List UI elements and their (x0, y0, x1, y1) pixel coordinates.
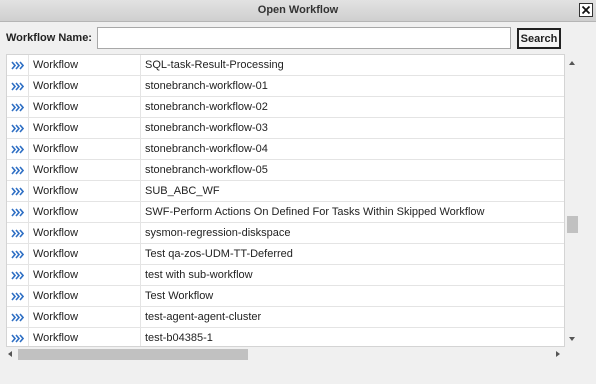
search-row: Workflow Name: Search (0, 22, 596, 54)
table-row[interactable]: Workflow stonebranch-workflow-03 (7, 118, 564, 139)
table-row[interactable]: Workflow stonebranch-workflow-05 (7, 160, 564, 181)
row-type: Workflow (29, 265, 141, 286)
table-row[interactable]: Workflow test with sub-workflow (7, 265, 564, 286)
table-row[interactable]: Workflow sysmon-regression-diskspace (7, 223, 564, 244)
table-row[interactable]: Workflow SUB_ABC_WF (7, 181, 564, 202)
triple-chevron-right-icon[interactable] (7, 202, 29, 223)
row-workflow-name: Test qa-zos-UDM-TT-Deferred (145, 248, 293, 260)
row-workflow-name: stonebranch-workflow-04 (145, 143, 268, 155)
table-row[interactable]: Workflow test-b04385-1 (7, 328, 564, 346)
row-workflow-name: SQL-task-Result-Processing (145, 59, 284, 71)
table-row[interactable]: Workflow Test Workflow (7, 286, 564, 307)
close-icon[interactable] (579, 3, 593, 17)
triple-chevron-right-icon[interactable] (7, 97, 29, 118)
row-workflow-name: stonebranch-workflow-03 (145, 122, 268, 134)
row-type: Workflow (29, 160, 141, 181)
table-row[interactable]: Workflow test-agent-agent-cluster (7, 307, 564, 328)
vertical-scrollbar[interactable] (565, 54, 580, 347)
horizontal-scrollbar[interactable] (6, 347, 565, 362)
table-row[interactable]: Workflow SWF-Perform Actions On Defined F… (7, 202, 564, 223)
table-row[interactable]: Workflow stonebranch-workflow-04 (7, 139, 564, 160)
row-workflow-name: SUB_ABC_WF (145, 185, 220, 197)
row-type: Workflow (29, 55, 141, 76)
triple-chevron-right-icon[interactable] (7, 160, 29, 181)
row-type: Workflow (29, 307, 141, 328)
triple-chevron-right-icon[interactable] (7, 307, 29, 328)
table-row[interactable]: Workflow SQL-task-Result-Processing (7, 55, 564, 76)
triple-chevron-right-icon[interactable] (7, 244, 29, 265)
triple-chevron-right-icon[interactable] (7, 55, 29, 76)
row-type: Workflow (29, 118, 141, 139)
row-type: Workflow (29, 139, 141, 160)
row-type: Workflow (29, 181, 141, 202)
scroll-right-arrow-icon[interactable] (556, 351, 560, 357)
row-workflow-name: Test Workflow (145, 290, 214, 302)
triple-chevron-right-icon[interactable] (7, 223, 29, 244)
table-row[interactable]: Workflow stonebranch-workflow-02 (7, 97, 564, 118)
search-button[interactable]: Search (517, 28, 561, 49)
row-type: Workflow (29, 97, 141, 118)
triple-chevron-right-icon[interactable] (7, 265, 29, 286)
triple-chevron-right-icon[interactable] (7, 76, 29, 97)
scroll-up-arrow-icon[interactable] (569, 61, 575, 65)
triple-chevron-right-icon[interactable] (7, 286, 29, 307)
row-workflow-name: sysmon-regression-diskspace (145, 227, 291, 239)
open-workflow-dialog: Open Workflow Workflow Name: Search Work… (0, 0, 596, 384)
row-type: Workflow (29, 244, 141, 265)
table-row[interactable]: Workflow Test qa-zos-UDM-TT-Deferred (7, 244, 564, 265)
workflow-name-input[interactable] (97, 27, 511, 49)
horizontal-scroll-thumb[interactable] (18, 349, 248, 360)
dialog-title: Open Workflow (257, 4, 339, 16)
row-workflow-name: test with sub-workflow (145, 269, 253, 281)
row-type: Workflow (29, 76, 141, 97)
row-workflow-name: stonebranch-workflow-02 (145, 101, 268, 113)
dialog-titlebar[interactable]: Open Workflow (0, 0, 596, 22)
scroll-left-arrow-icon[interactable] (8, 351, 12, 357)
scroll-down-arrow-icon[interactable] (569, 337, 575, 341)
row-type: Workflow (29, 202, 141, 223)
row-type: Workflow (29, 223, 141, 244)
triple-chevron-right-icon[interactable] (7, 328, 29, 346)
triple-chevron-right-icon[interactable] (7, 139, 29, 160)
triple-chevron-right-icon[interactable] (7, 181, 29, 202)
row-workflow-name: stonebranch-workflow-01 (145, 80, 268, 92)
row-type: Workflow (29, 286, 141, 307)
triple-chevron-right-icon[interactable] (7, 118, 29, 139)
row-type: Workflow (29, 328, 141, 346)
row-workflow-name: test-agent-agent-cluster (145, 311, 262, 323)
workflow-name-label: Workflow Name: (6, 32, 92, 44)
workflow-list: Workflow SQL-task-Result-Processing Workfl… (6, 54, 565, 347)
vertical-scroll-thumb[interactable] (567, 216, 578, 234)
table-row[interactable]: Workflow stonebranch-workflow-01 (7, 76, 564, 97)
row-workflow-name: SWF-Perform Actions On Defined For Tasks… (145, 206, 485, 218)
row-workflow-name: stonebranch-workflow-05 (145, 164, 268, 176)
row-workflow-name: test-b04385-1 (145, 332, 213, 344)
